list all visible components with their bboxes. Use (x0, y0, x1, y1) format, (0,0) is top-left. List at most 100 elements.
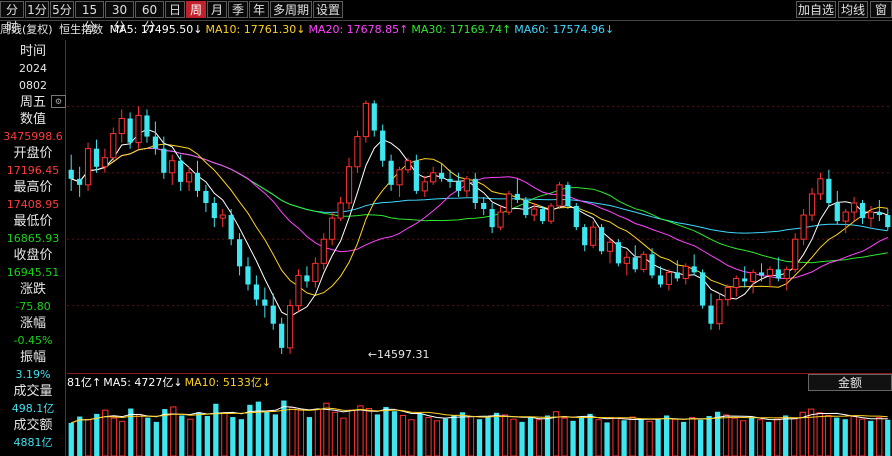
candle[interactable] (505, 190, 513, 216)
candle[interactable] (219, 209, 226, 228)
candle[interactable] (606, 239, 614, 264)
candle[interactable] (598, 224, 605, 255)
candle[interactable] (236, 233, 243, 276)
candle[interactable] (161, 136, 167, 179)
candle[interactable] (489, 202, 495, 234)
candle[interactable] (623, 251, 630, 276)
candle[interactable] (565, 181, 571, 210)
candle[interactable] (362, 100, 369, 143)
candle[interactable] (876, 199, 882, 222)
volume-chart[interactable] (67, 392, 892, 456)
candle[interactable] (808, 187, 816, 222)
candle[interactable] (337, 196, 344, 222)
period-btn-12[interactable]: 设置 (313, 1, 343, 18)
period-btn-8[interactable]: 月 (207, 1, 227, 18)
period-btn-5[interactable]: 60分 (135, 1, 164, 34)
toolbar-right-btn-1[interactable]: 均线 (838, 1, 868, 18)
candle[interactable] (590, 221, 597, 249)
candle[interactable] (93, 139, 100, 173)
candle[interactable] (749, 269, 757, 294)
candle[interactable] (135, 106, 142, 149)
candle[interactable] (463, 175, 470, 197)
candle[interactable] (185, 166, 193, 191)
candle[interactable] (733, 275, 740, 297)
candle[interactable] (826, 169, 832, 206)
candle[interactable] (742, 266, 748, 288)
period-btn-7[interactable]: 周 (186, 1, 206, 18)
candle[interactable] (194, 160, 201, 197)
candle[interactable] (380, 124, 386, 167)
candle[interactable] (118, 109, 125, 143)
candle[interactable] (514, 178, 520, 203)
candle[interactable] (682, 263, 689, 285)
candle[interactable] (481, 196, 487, 216)
candle[interactable] (724, 284, 731, 306)
candle[interactable] (497, 206, 504, 231)
period-btn-10[interactable]: 年 (249, 1, 269, 18)
candle[interactable] (286, 299, 294, 354)
toolbar-right-btn-0[interactable]: 窗 (870, 1, 892, 18)
candle[interactable] (556, 181, 563, 210)
candle[interactable] (203, 184, 209, 213)
candle[interactable] (110, 127, 117, 161)
candle[interactable] (430, 166, 437, 185)
period-btn-3[interactable]: 15分 (75, 1, 104, 34)
candle[interactable] (800, 209, 807, 246)
candle[interactable] (253, 275, 260, 306)
candle[interactable] (665, 269, 673, 291)
candle[interactable] (228, 209, 234, 246)
toolbar-right-btn-2[interactable]: 加自选 (796, 1, 836, 18)
candle[interactable] (582, 224, 588, 252)
candle[interactable] (101, 148, 108, 173)
candle[interactable] (396, 166, 403, 197)
candle[interactable] (421, 175, 428, 197)
candle[interactable] (708, 293, 714, 330)
volume-metric-select[interactable]: 金额 (808, 374, 892, 391)
candle[interactable] (144, 109, 150, 143)
candle[interactable] (775, 257, 781, 282)
period-btn-1[interactable]: 1分 (25, 1, 49, 18)
candle[interactable] (573, 202, 579, 231)
candle[interactable] (859, 199, 866, 225)
candle[interactable] (152, 121, 159, 155)
gear-icon[interactable]: ⚙ (51, 95, 66, 108)
candle[interactable] (851, 196, 858, 222)
candle[interactable] (211, 196, 217, 228)
candle[interactable] (262, 287, 268, 318)
candle[interactable] (632, 245, 638, 273)
candle[interactable] (531, 202, 538, 222)
candle[interactable] (320, 233, 327, 270)
candle[interactable] (279, 317, 285, 354)
candle[interactable] (388, 154, 394, 191)
candle[interactable] (127, 112, 133, 149)
candle[interactable] (716, 293, 723, 330)
candle[interactable] (404, 157, 412, 173)
period-btn-11[interactable]: 多周期 (270, 1, 312, 18)
candle[interactable] (77, 166, 83, 197)
candle[interactable] (640, 251, 647, 273)
period-mode[interactable]: 周线(复权) (0, 23, 53, 36)
candle[interactable] (68, 154, 74, 191)
period-btn-4[interactable]: 30分 (105, 1, 134, 34)
candle[interactable] (817, 172, 824, 200)
candle[interactable] (304, 266, 310, 288)
candlestick-chart[interactable]: ←14597.31 (67, 40, 892, 372)
candle[interactable] (84, 142, 92, 191)
candle[interactable] (885, 209, 891, 231)
candle[interactable] (699, 269, 706, 309)
candle[interactable] (472, 172, 478, 210)
candle[interactable] (312, 257, 319, 288)
candle[interactable] (178, 154, 184, 191)
candle[interactable] (354, 130, 361, 173)
period-btn-2[interactable]: 5分 (50, 1, 74, 18)
candle[interactable] (792, 233, 799, 273)
candle[interactable] (547, 202, 555, 225)
candle[interactable] (834, 190, 840, 225)
candle[interactable] (371, 100, 377, 137)
candle[interactable] (245, 257, 251, 291)
candle[interactable] (295, 269, 302, 312)
candle[interactable] (169, 154, 176, 185)
period-btn-9[interactable]: 季 (228, 1, 248, 18)
candle[interactable] (329, 212, 336, 246)
candle[interactable] (615, 239, 622, 267)
